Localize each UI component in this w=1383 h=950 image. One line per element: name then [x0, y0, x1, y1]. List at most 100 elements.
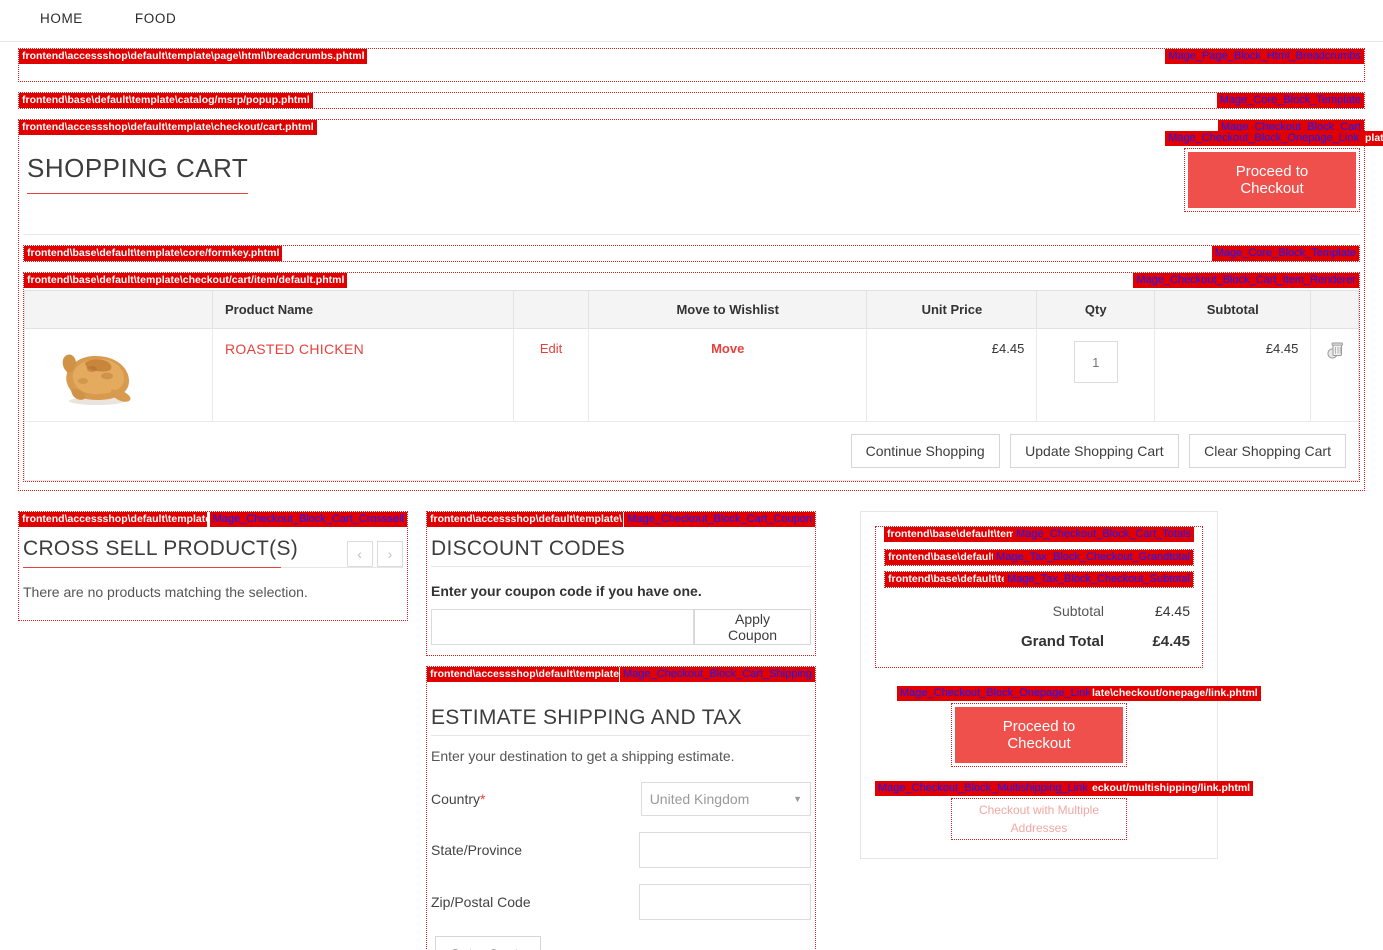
country-label: Country*	[431, 791, 641, 807]
cell-qty	[1036, 328, 1156, 422]
grand-total-value: £4.45	[1152, 633, 1190, 650]
product-name-link[interactable]: ROASTED CHICKEN	[225, 341, 364, 357]
hint-block-cart-totals: Mage_Checkout_Block_Cart_Totals	[1013, 527, 1194, 542]
main-navigation: HOME FOOD	[0, 0, 1383, 36]
edit-item-link[interactable]: Edit	[540, 341, 562, 356]
grand-total-label: Grand Total	[1020, 633, 1104, 650]
cell-subtotal: £4.45	[1154, 328, 1312, 422]
qty-input[interactable]	[1073, 341, 1118, 383]
hint-path-tax-subtotal: frontend\base\default\tem	[885, 572, 1020, 587]
shipping-panel-inner: ESTIMATE SHIPPING AND TAX Enter your des…	[427, 706, 815, 950]
state-label: State/Province	[431, 842, 523, 858]
shipping-hint-block: frontend\accessshop\default\template\ Ma…	[427, 667, 815, 684]
chevron-down-icon: ▼	[793, 794, 802, 804]
hint-path-breadcrumbs: frontend\accessshop\default\template\pag…	[19, 49, 368, 64]
hint-block-onepage-link-bottom: Mage_Checkout_Block_Onepage_Link	[897, 686, 1094, 701]
multishipping-hint-wrapper: Mage_Checkout_Block_Multishipping_Link e…	[875, 781, 1254, 840]
nav-item-food[interactable]: FOOD	[135, 11, 176, 26]
cell-edit: Edit	[513, 328, 589, 422]
discount-panel-inner: DISCOUNT CODES Enter your coupon code if…	[427, 537, 815, 655]
checkout-multiple-addresses-link[interactable]: Checkout with Multiple Addresses	[979, 803, 1099, 835]
hint-path-multishipping: eckout/multishipping/link.phtml	[1089, 781, 1254, 796]
hint-block-tax-subtotal: Mage_Tax_Block_Checkout_Subtotal	[1004, 572, 1193, 587]
coupon-code-input[interactable]	[431, 609, 695, 645]
discount-shipping-column: frontend\accessshop\default\template\ Ma…	[426, 511, 816, 950]
top-checkout-hint-wrapper: Mage_Checkout_Block_Onepage_Link plate\c…	[1152, 131, 1383, 212]
country-field-row: Country* United Kingdom ▼	[431, 782, 811, 816]
clear-shopping-cart-button[interactable]: Clear Shopping Cart	[1189, 434, 1346, 468]
country-required-mark: *	[480, 791, 486, 807]
state-field-row: State/Province	[431, 832, 811, 868]
chevron-right-icon[interactable]: ›	[377, 541, 403, 567]
col-move-to-wishlist: Move to Wishlist	[587, 290, 868, 329]
discount-panel: frontend\accessshop\default\template\ Ma…	[426, 511, 816, 656]
crosssell-panel: frontend\accessshop\default\template\ Ma…	[18, 511, 408, 621]
hint-block-multishipping: Mage_Checkout_Block_Multishipping_Link	[875, 781, 1091, 796]
page-title: SHOPPING CART	[27, 153, 249, 194]
discount-divider	[431, 566, 811, 567]
continue-shopping-button[interactable]: Continue Shopping	[850, 434, 1000, 468]
cell-remove	[1310, 328, 1359, 422]
shipping-panel: frontend\accessshop\default\template\ Ma…	[426, 666, 816, 950]
nav-divider	[0, 41, 1383, 42]
col-product-name: Product Name	[211, 290, 515, 329]
product-image-roasted-chicken[interactable]	[49, 343, 141, 409]
apply-coupon-button[interactable]: Apply Coupon	[694, 609, 811, 645]
col-remove	[1310, 290, 1359, 329]
shipping-divider	[431, 735, 811, 736]
subtotal-value: £4.45	[1154, 603, 1190, 619]
crosssell-hint-block: frontend\accessshop\default\template\ Ma…	[19, 512, 407, 529]
multishipping-hint-frame: Checkout with Multiple Addresses	[951, 798, 1127, 840]
country-select[interactable]: United Kingdom ▼	[640, 782, 811, 816]
crosssell-title: CROSS SELL PRODUCT(S)	[23, 537, 299, 560]
state-input[interactable]	[639, 832, 811, 868]
page-body: frontend\accessshop\default\template\pag…	[0, 48, 1383, 950]
coupon-input-row: Apply Coupon	[431, 609, 811, 645]
msrp-popup-hint-block: frontend\base\default\template\catalog/m…	[18, 92, 1365, 109]
cart-table-head: Product Name Move to Wishlist Unit Price…	[24, 290, 1359, 329]
hint-block-onepage-link-top: Mage_Checkout_Block_Onepage_Link	[1165, 131, 1362, 146]
zip-input[interactable]	[639, 884, 811, 920]
zip-label: Zip/Postal Code	[431, 894, 531, 910]
discount-title: DISCOUNT CODES	[431, 537, 625, 560]
bottom-checkout-hint-frame: Proceed to Checkout	[951, 703, 1127, 767]
cell-unit-price: £4.45	[866, 328, 1038, 422]
totals-table: Subtotal £4.45 Grand Total £4.45	[884, 596, 1194, 657]
cart-totals-hint-block: frontend\base\default\templat Mage_Check…	[884, 527, 1194, 544]
proceed-to-checkout-button-top[interactable]: Proceed to Checkout	[1188, 152, 1356, 208]
hint-path-cart-item: frontend\base\default\template\checkout/…	[24, 273, 348, 288]
move-to-wishlist-link[interactable]: Move	[711, 341, 744, 356]
coupon-hint-block: frontend\accessshop\default\template\ Ma…	[427, 512, 815, 529]
hint-path-cart: frontend\accessshop\default\template\che…	[19, 120, 317, 135]
hint-block-tax-grandtotal: Mage_Tax_Block_Checkout_Grandtotal	[993, 550, 1193, 565]
hint-path-msrp: frontend\base\default\template\catalog/m…	[19, 93, 313, 108]
crosssell-column: frontend\accessshop\default\template\ Ma…	[18, 511, 408, 621]
get-a-quote-button[interactable]: Get a Quote	[435, 936, 542, 950]
cart-section-divider	[23, 234, 1360, 235]
totals-row-subtotal: Subtotal £4.45	[884, 596, 1194, 626]
zip-field-row: Zip/Postal Code	[431, 884, 811, 920]
col-qty: Qty	[1036, 290, 1156, 329]
cell-move-to-wishlist: Move	[587, 328, 868, 422]
nav-item-home[interactable]: HOME	[40, 11, 83, 26]
proceed-to-checkout-button-bottom[interactable]: Proceed to Checkout	[955, 707, 1123, 763]
hint-block-formkey: Mage_Core_Block_Template	[1211, 246, 1359, 261]
update-shopping-cart-button[interactable]: Update Shopping Cart	[1010, 434, 1179, 468]
cart-table: Product Name Move to Wishlist Unit Price…	[24, 290, 1359, 422]
hint-block-breadcrumbs: Mage_Page_Block_Html_Breadcrumbs	[1165, 49, 1364, 64]
crosssell-panel-inner: CROSS SELL PRODUCT(S) ‹ › There are no p…	[19, 529, 407, 620]
country-select-value: United Kingdom	[649, 791, 750, 807]
chevron-left-icon[interactable]: ‹	[346, 541, 373, 567]
col-subtotal: Subtotal	[1154, 290, 1312, 329]
totals-box: frontend\base\default\templat Mage_Check…	[860, 511, 1261, 859]
country-label-text: Country	[431, 791, 481, 807]
top-checkout-hint-frame: Proceed to Checkout	[1184, 148, 1360, 212]
shipping-title: ESTIMATE SHIPPING AND TAX	[431, 706, 742, 729]
shipping-description: Enter your destination to get a shipping…	[431, 748, 735, 764]
hint-path-shipping: frontend\accessshop\default\template\	[427, 667, 619, 682]
coupon-prompt: Enter your coupon code if you have one.	[431, 583, 702, 599]
cart-table-body: ROASTED CHICKEN Edit Move £4.45 £4.45	[24, 328, 1359, 422]
formkey-hint-block: frontend\base\default\template\core/form…	[23, 245, 1360, 262]
hint-block-crosssell: Mage_Checkout_Block_Cart_Crosssell	[209, 512, 407, 527]
trash-icon[interactable]	[1327, 341, 1343, 359]
